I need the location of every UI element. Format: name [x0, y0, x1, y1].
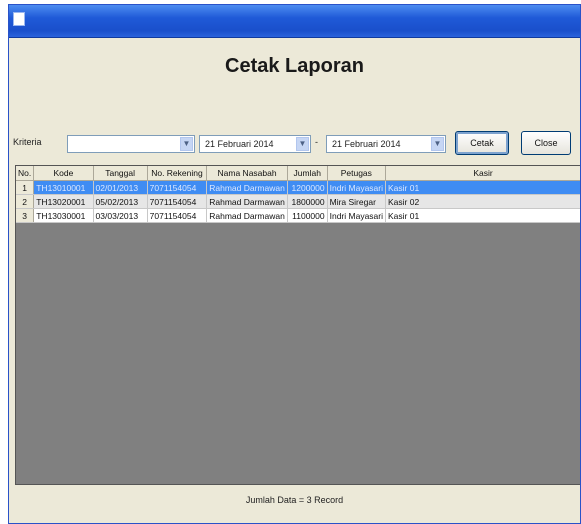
table-cell: TH13020001 — [33, 194, 94, 209]
column-header[interactable]: No. — [16, 166, 35, 181]
column-header[interactable]: Nama Nasabah — [206, 166, 288, 181]
column-header[interactable]: No. Rekening — [147, 166, 208, 181]
table-cell: 1100000 — [287, 208, 328, 223]
table-cell: Rahmad Darmawan — [206, 180, 288, 195]
criteria-dropdown[interactable]: ▼ — [67, 135, 195, 153]
table-cell: 02/01/2013 — [93, 180, 148, 195]
column-header[interactable]: Kode — [33, 166, 94, 181]
date-separator: - — [315, 137, 318, 147]
date-from-picker[interactable]: 21 Februari 2014 ▼ — [199, 135, 311, 153]
page-title: Cetak Laporan — [225, 55, 364, 77]
table-cell: TH13010001 — [33, 180, 94, 195]
date-to-picker[interactable]: 21 Februari 2014 ▼ — [326, 135, 446, 153]
app-icon — [13, 12, 25, 26]
table-cell: Indri Mayasari — [327, 180, 387, 195]
date-from-value: 21 Februari 2014 — [205, 139, 274, 149]
table-cell: Kasir 01 — [385, 208, 580, 223]
chevron-down-icon[interactable]: ▼ — [180, 137, 193, 151]
table-cell: 03/03/2013 — [93, 208, 148, 223]
column-header[interactable]: Tanggal — [93, 166, 148, 181]
date-to-value: 21 Februari 2014 — [332, 139, 401, 149]
row-number: 2 — [16, 194, 35, 209]
table-cell: Kasir 01 — [385, 180, 580, 195]
close-button[interactable]: Close — [521, 131, 571, 155]
column-header[interactable]: Jumlah — [287, 166, 328, 181]
table-cell: Kasir 02 — [385, 194, 580, 209]
table-cell: 1800000 — [287, 194, 328, 209]
chevron-down-icon[interactable]: ▼ — [296, 137, 309, 151]
row-number: 1 — [16, 180, 35, 195]
report-table: No. Kode Tanggal No. Rekening Nama Nasabah Ju… — [16, 166, 580, 223]
table-row[interactable]: 1 TH13010001 02/01/2013 7071154054 Rahmad Da… — [16, 180, 580, 195]
table-cell: 7071154054 — [147, 194, 208, 209]
table-cell: Rahmad Darmawan — [206, 194, 288, 209]
title-bar[interactable] — [9, 5, 580, 38]
print-button[interactable]: Cetak — [455, 131, 509, 155]
report-window: Cetak Laporan Kriteria ▼ 21 Februari 201… — [8, 4, 581, 524]
chevron-down-icon[interactable]: ▼ — [431, 137, 444, 151]
row-number: 3 — [16, 208, 35, 223]
table-cell: Mira Siregar — [327, 194, 387, 209]
table-row[interactable]: 2 TH13020001 05/02/2013 7071154054 Rahmad Da… — [16, 194, 580, 209]
table-cell: TH13030001 — [33, 208, 94, 223]
data-grid[interactable]: No. Kode Tanggal No. Rekening Nama Nasabah Ju… — [15, 165, 580, 485]
table-cell: Rahmad Darmawan — [206, 208, 288, 223]
table-cell: 05/02/2013 — [93, 194, 148, 209]
column-header[interactable]: Kasir — [385, 166, 580, 181]
table-cell: 7071154054 — [147, 208, 208, 223]
table-header: No. Kode Tanggal No. Rekening Nama Nasabah Ju… — [16, 166, 580, 181]
filter-row: Kriteria ▼ 21 Februari 2014 ▼ - 21 Febru… — [9, 131, 580, 159]
table-cell: 7071154054 — [147, 180, 208, 195]
record-count: Jumlah Data = 3 Record — [245, 495, 344, 505]
column-header[interactable]: Petugas — [327, 166, 387, 181]
table-cell: 1200000 — [287, 180, 328, 195]
table-row[interactable]: 3 TH13030001 03/03/2013 7071154054 Rahmad Da… — [16, 208, 580, 223]
table-cell: Indri Mayasari — [327, 208, 387, 223]
criteria-label: Kriteria — [13, 137, 42, 147]
